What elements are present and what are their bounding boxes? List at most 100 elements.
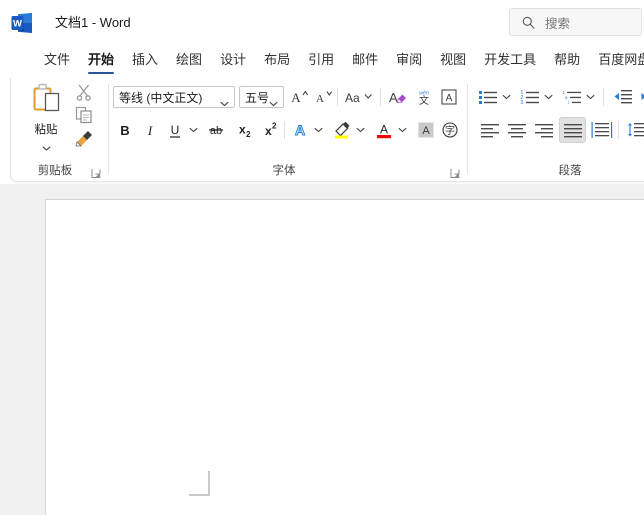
svg-text:i: i	[568, 100, 569, 105]
underline-chevron-down-icon[interactable]	[185, 119, 201, 141]
tab-layout[interactable]: 布局	[264, 46, 290, 74]
numbering-button[interactable]: 1 2 3	[518, 86, 542, 108]
superscript-button[interactable]: x 2	[259, 119, 281, 141]
chevron-down-icon[interactable]	[41, 138, 51, 151]
tab-home[interactable]: 开始	[88, 46, 115, 74]
tab-baidu-netdisk[interactable]: 百度网盘	[598, 46, 644, 74]
svg-text:ab: ab	[210, 125, 222, 137]
svg-text:A: A	[380, 123, 388, 137]
word-icon: W	[11, 13, 33, 33]
tab-references[interactable]: 引用	[308, 46, 334, 74]
text-effects-button[interactable]: A	[289, 119, 311, 141]
italic-button[interactable]: I	[139, 119, 161, 141]
tab-mailings[interactable]: 邮件	[352, 46, 378, 74]
subscript-button[interactable]: x 2	[233, 119, 255, 141]
font-name-combo[interactable]: 等线 (中文正文)	[113, 86, 235, 108]
ribbon-group-font: 等线 (中文正文) 五号 A A Aa A wén 文 A B I U ab x…	[109, 78, 468, 182]
chevron-down-icon[interactable]	[220, 94, 229, 107]
tab-developer[interactable]: 开发工具	[484, 46, 536, 74]
increase-indent-button[interactable]	[638, 86, 644, 108]
distribute-button[interactable]	[590, 119, 614, 141]
tab-design[interactable]: 设计	[220, 46, 246, 74]
svg-text:B: B	[120, 123, 129, 138]
svg-text:W: W	[13, 19, 22, 30]
font-size-combo[interactable]: 五号	[239, 86, 284, 108]
multilevel-chevron-down-icon[interactable]	[583, 86, 598, 108]
font-dialog-launcher[interactable]	[450, 166, 461, 178]
svg-text:2: 2	[272, 122, 277, 131]
toolbar-divider	[618, 121, 619, 139]
svg-text:2: 2	[246, 130, 251, 139]
document-canvas[interactable]	[0, 184, 644, 515]
ribbon: 粘贴 剪贴板 等线 (中文正文) 五号 A A Aa A wén 文 A B I…	[10, 78, 644, 182]
search-input[interactable]: 搜索	[509, 8, 642, 36]
svg-text:A: A	[291, 90, 301, 105]
toolbar-divider	[284, 121, 285, 139]
bullets-chevron-down-icon[interactable]	[499, 86, 514, 108]
svg-text:字: 字	[445, 124, 455, 137]
chevron-down-icon[interactable]	[269, 94, 278, 107]
justify-button[interactable]	[559, 117, 586, 143]
cut-button[interactable]	[75, 83, 97, 103]
tab-review[interactable]: 审阅	[396, 46, 422, 74]
font-color-chevron-down-icon[interactable]	[394, 119, 410, 141]
align-left-button[interactable]	[478, 119, 502, 141]
svg-text:U: U	[171, 123, 180, 137]
tab-view[interactable]: 视图	[440, 46, 466, 74]
tab-draw[interactable]: 绘图	[176, 46, 202, 74]
title-bar: W 文档1 - Word 搜索	[0, 0, 644, 44]
enclose-character-button[interactable]: 字	[439, 119, 461, 141]
svg-text:Aa: Aa	[345, 91, 360, 105]
character-border-button[interactable]: A	[438, 86, 460, 108]
svg-text:x: x	[265, 124, 272, 138]
numbering-chevron-down-icon[interactable]	[541, 86, 556, 108]
tab-help[interactable]: 帮助	[554, 46, 580, 74]
ribbon-group-clipboard: 粘贴 剪贴板	[11, 78, 109, 182]
search-icon	[522, 16, 535, 29]
toolbar-divider	[337, 88, 338, 106]
align-center-button[interactable]	[505, 119, 529, 141]
svg-text:A: A	[316, 93, 324, 105]
tab-insert[interactable]: 插入	[132, 46, 158, 74]
word-window: W 文档1 - Word 搜索 文件 开始 插入 绘图 设计 布局 引用 邮件 …	[0, 0, 644, 515]
underline-button[interactable]: U	[164, 119, 186, 141]
group-divider	[467, 84, 468, 174]
multilevel-list-button[interactable]: 1 a i	[560, 86, 584, 108]
ribbon-tabs: 文件 开始 插入 绘图 设计 布局 引用 邮件 审阅 视图 开发工具 帮助 百度…	[0, 46, 644, 76]
clear-formatting-button[interactable]: A	[386, 86, 410, 108]
ribbon-group-paragraph: 1 2 3 1 a i 段落	[470, 78, 644, 182]
document-page[interactable]	[45, 199, 644, 515]
decrease-indent-button[interactable]	[611, 86, 635, 108]
svg-text:A: A	[422, 125, 430, 137]
character-shading-button[interactable]: A	[415, 119, 437, 141]
format-painter-button[interactable]	[75, 129, 97, 149]
font-name-value: 等线 (中文正文)	[119, 90, 203, 105]
change-case-button[interactable]: Aa	[342, 86, 376, 108]
line-spacing-button[interactable]	[625, 119, 644, 141]
phonetic-guide-button[interactable]: wén 文	[412, 86, 436, 108]
text-effects-chevron-down-icon[interactable]	[310, 119, 326, 141]
shrink-font-button[interactable]: A	[313, 86, 335, 108]
text-boundary-corner-marker	[189, 471, 210, 496]
svg-text:3: 3	[521, 100, 524, 105]
align-right-button[interactable]	[532, 119, 556, 141]
svg-text:A: A	[446, 93, 453, 104]
strikethrough-button[interactable]: ab	[205, 119, 227, 141]
search-placeholder: 搜索	[545, 16, 571, 31]
font-color-button[interactable]: A	[373, 119, 395, 141]
group-label-clipboard: 剪贴板	[37, 165, 73, 177]
group-label-font: 字体	[272, 165, 296, 177]
bold-button[interactable]: B	[114, 119, 136, 141]
tab-file[interactable]: 文件	[44, 46, 70, 74]
copy-button[interactable]	[75, 106, 97, 126]
window-title: 文档1 - Word	[55, 15, 131, 30]
highlight-color-button[interactable]	[331, 119, 353, 141]
grow-font-button[interactable]: A	[289, 86, 311, 108]
paste-button[interactable]: 粘贴	[23, 81, 69, 153]
svg-text:x: x	[239, 123, 246, 137]
toolbar-divider	[603, 88, 604, 106]
clipboard-dialog-launcher[interactable]	[91, 166, 102, 178]
paste-label: 粘贴	[34, 124, 58, 136]
highlight-chevron-down-icon[interactable]	[352, 119, 368, 141]
bullets-button[interactable]	[476, 86, 500, 108]
